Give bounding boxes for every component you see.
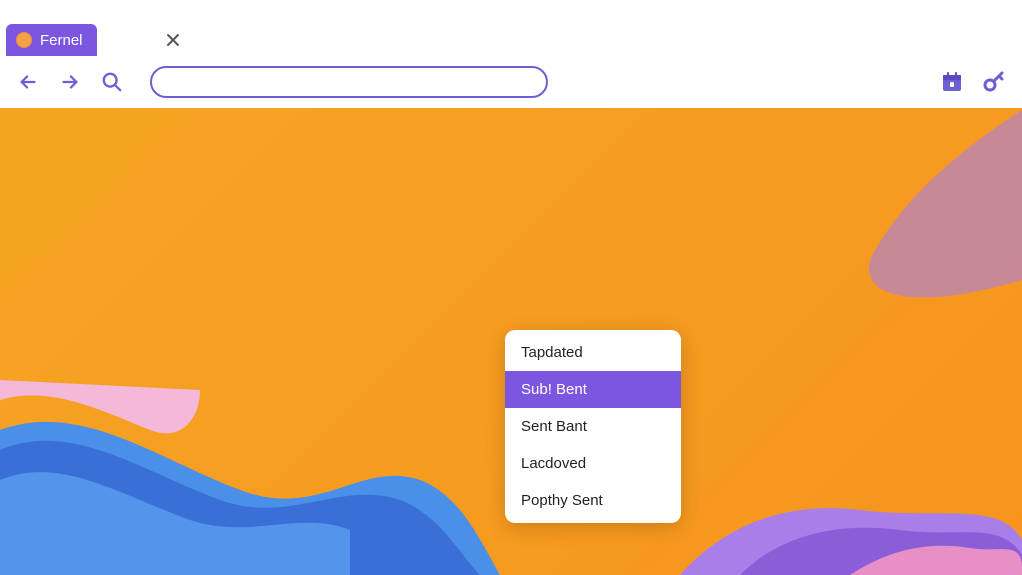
- search-icon: [101, 71, 123, 93]
- menu-item-label: Sub! Bent: [521, 381, 587, 398]
- arrow-right-icon: [59, 71, 81, 93]
- tab-title: Fernel: [40, 32, 83, 49]
- menu-item-3[interactable]: Lacdoved: [505, 445, 681, 482]
- menu-item-1[interactable]: Sub! Bent: [505, 371, 681, 408]
- browser-tab[interactable]: Fernel: [6, 24, 97, 56]
- key-button[interactable]: [980, 68, 1008, 96]
- close-icon: [165, 32, 181, 48]
- search-button[interactable]: [98, 68, 126, 96]
- toolbar: [0, 56, 1022, 108]
- calendar-icon: [940, 70, 964, 94]
- tab-favicon-icon: [16, 32, 32, 48]
- menu-item-2[interactable]: Sent Bant: [505, 408, 681, 445]
- close-tab-button[interactable]: [157, 24, 189, 56]
- menu-item-label: Popthy Sent: [521, 492, 603, 509]
- arrow-left-icon: [17, 71, 39, 93]
- menu-item-label: Lacdoved: [521, 455, 586, 472]
- url-input[interactable]: [150, 66, 548, 98]
- browser-chrome: Fernel: [0, 0, 1022, 108]
- menu-item-0[interactable]: Tapdated: [505, 330, 681, 371]
- tab-bar: Fernel: [0, 0, 1022, 56]
- menu-item-label: Tapdated: [521, 344, 583, 361]
- context-menu: Tapdated Sub! Bent Sent Bant Lacdoved Po…: [505, 330, 681, 523]
- forward-button[interactable]: [56, 68, 84, 96]
- calendar-button[interactable]: [938, 68, 966, 96]
- menu-item-label: Sent Bant: [521, 418, 587, 435]
- back-button[interactable]: [14, 68, 42, 96]
- key-icon: [982, 70, 1006, 94]
- menu-item-4[interactable]: Popthy Sent: [505, 482, 681, 523]
